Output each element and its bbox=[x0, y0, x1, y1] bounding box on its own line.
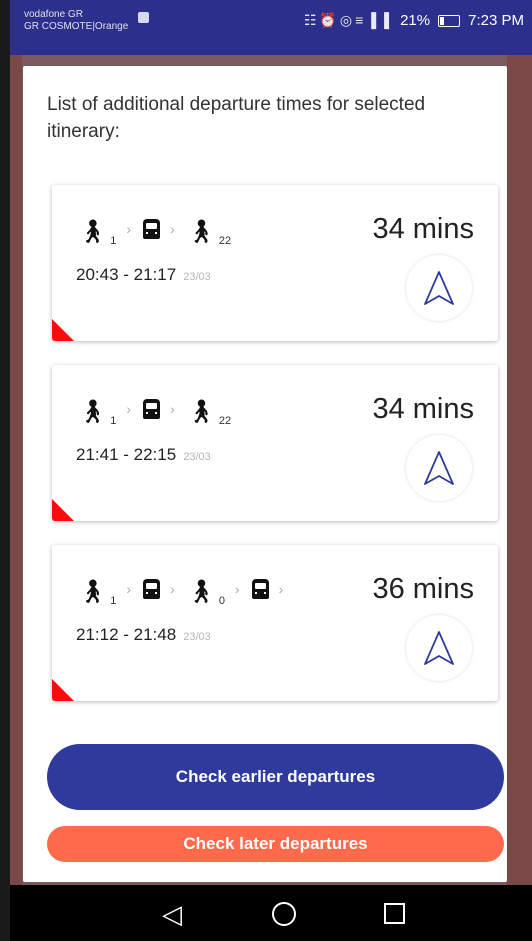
bus-icon bbox=[251, 579, 269, 599]
home-icon[interactable] bbox=[272, 902, 296, 926]
status-right: ☷⏰◎≡▐▐ 21% 7:23 PM bbox=[304, 12, 524, 29]
chevron-right-icon: › bbox=[170, 401, 175, 417]
walk-minutes: 1 bbox=[110, 415, 117, 427]
probability-label: 3.5% bbox=[52, 513, 88, 521]
trip-date: 23/03 bbox=[183, 631, 211, 643]
route-leg: 🚶︎ 1 bbox=[78, 398, 116, 427]
probability-label: 63.9% bbox=[52, 331, 90, 341]
navigation-arrow-icon bbox=[424, 631, 454, 665]
departure-time-range: 21:41 - 22:15 23/03 bbox=[76, 445, 211, 465]
route-legs: 🚶︎ 1 › › 🚶︎ 0 › › bbox=[78, 573, 295, 607]
walk-icon: 🚶︎ bbox=[186, 578, 216, 604]
walk-icon: 🚶︎ bbox=[78, 578, 108, 604]
navigate-button[interactable] bbox=[406, 435, 472, 501]
probability-ribbon: 3.5% bbox=[52, 471, 131, 521]
battery-icon bbox=[438, 14, 461, 27]
departure-time-range: 21:12 - 21:48 23/03 bbox=[76, 625, 211, 645]
route-leg bbox=[251, 579, 269, 603]
walk-minutes: 22 bbox=[218, 235, 232, 247]
time-range: 20:43 - 21:17 bbox=[76, 265, 177, 284]
navigation-arrow-icon bbox=[424, 271, 454, 305]
walk-icon: 🚶︎ bbox=[78, 218, 108, 244]
chevron-right-icon: › bbox=[235, 581, 240, 597]
walk-icon: 🚶︎ bbox=[78, 398, 108, 424]
route-leg: 🚶︎ 1 bbox=[78, 218, 116, 247]
check-later-departures-button[interactable]: Check later departures bbox=[47, 826, 504, 862]
walk-minutes: 1 bbox=[110, 235, 117, 247]
battery-percent: 21% bbox=[400, 12, 431, 29]
route-leg bbox=[143, 579, 160, 603]
departures-dialog: List of additional departure times for s… bbox=[23, 66, 507, 882]
route-leg bbox=[143, 219, 160, 243]
chevron-right-icon: › bbox=[126, 221, 131, 237]
system-nav-bar: ◁ bbox=[10, 885, 532, 941]
itinerary-card[interactable]: 🚶︎1››🚶︎2234 mins21:41 - 22:1523/033.5% bbox=[52, 365, 498, 521]
probability-label: 32.6% bbox=[52, 691, 90, 701]
status-bar: vodafone GR GR COSMOTE|Orange ☷⏰◎≡▐▐ 21%… bbox=[10, 0, 532, 55]
route-legs: 🚶︎ 1 › › 🚶︎ 22 bbox=[78, 213, 231, 247]
chevron-right-icon: › bbox=[126, 581, 131, 597]
walk-minutes: 22 bbox=[218, 415, 232, 427]
trip-duration: 34 mins bbox=[372, 213, 474, 245]
route-leg: 🚶︎ 22 bbox=[186, 398, 231, 427]
bus-icon bbox=[143, 579, 160, 599]
time-range: 21:41 - 22:15 bbox=[76, 445, 177, 464]
chevron-right-icon: › bbox=[170, 221, 175, 237]
chevron-right-icon: › bbox=[170, 581, 175, 597]
walk-minutes: 1 bbox=[110, 595, 117, 607]
walk-icon: 🚶︎ bbox=[186, 218, 216, 244]
back-icon[interactable]: ◁ bbox=[162, 899, 182, 930]
trip-duration: 34 mins bbox=[372, 393, 474, 425]
carrier-line-1: vodafone GR bbox=[24, 9, 83, 20]
status-icons: ☷⏰◎≡▐▐ bbox=[303, 12, 393, 28]
bus-icon bbox=[143, 399, 160, 419]
check-earlier-departures-button[interactable]: Check earlier departures bbox=[47, 744, 504, 810]
route-legs: 🚶︎ 1 › › 🚶︎ 22 bbox=[78, 393, 231, 427]
trip-date: 23/03 bbox=[183, 451, 211, 463]
time-range: 21:12 - 21:48 bbox=[76, 625, 177, 644]
notification-icon bbox=[138, 12, 149, 23]
carrier-info: vodafone GR GR COSMOTE|Orange bbox=[24, 9, 128, 33]
walk-minutes: 0 bbox=[218, 595, 225, 607]
scrim-right bbox=[507, 55, 532, 885]
scrim-left bbox=[10, 55, 22, 885]
probability-ribbon: 63.9% bbox=[52, 291, 131, 341]
departure-time-range: 20:43 - 21:17 23/03 bbox=[76, 265, 211, 285]
chevron-right-icon: › bbox=[126, 401, 131, 417]
trip-date: 23/03 bbox=[183, 271, 211, 283]
route-leg: 🚶︎ 22 bbox=[186, 218, 231, 247]
chevron-right-icon: › bbox=[278, 581, 284, 597]
navigate-button[interactable] bbox=[406, 615, 472, 681]
route-leg bbox=[143, 399, 160, 423]
bus-icon bbox=[143, 219, 160, 239]
probability-ribbon: 32.6% bbox=[52, 651, 131, 701]
recents-icon[interactable] bbox=[384, 903, 405, 924]
walk-icon: 🚶︎ bbox=[186, 398, 216, 424]
itinerary-card[interactable]: 🚶︎1››🚶︎0››36 mins21:12 - 21:4823/0332.6% bbox=[52, 545, 498, 701]
route-leg: 🚶︎ 1 bbox=[78, 578, 116, 607]
navigate-button[interactable] bbox=[406, 255, 472, 321]
clock: 7:23 PM bbox=[468, 12, 524, 29]
trip-duration: 36 mins bbox=[372, 573, 474, 605]
navigation-arrow-icon bbox=[424, 451, 454, 485]
route-leg: 🚶︎ 0 bbox=[186, 578, 225, 607]
carrier-line-2: GR COSMOTE|Orange bbox=[24, 21, 129, 32]
dialog-heading: List of additional departure times for s… bbox=[47, 94, 426, 142]
itinerary-card[interactable]: 🚶︎1››🚶︎2234 mins20:43 - 21:1723/0363.9% bbox=[52, 185, 498, 341]
